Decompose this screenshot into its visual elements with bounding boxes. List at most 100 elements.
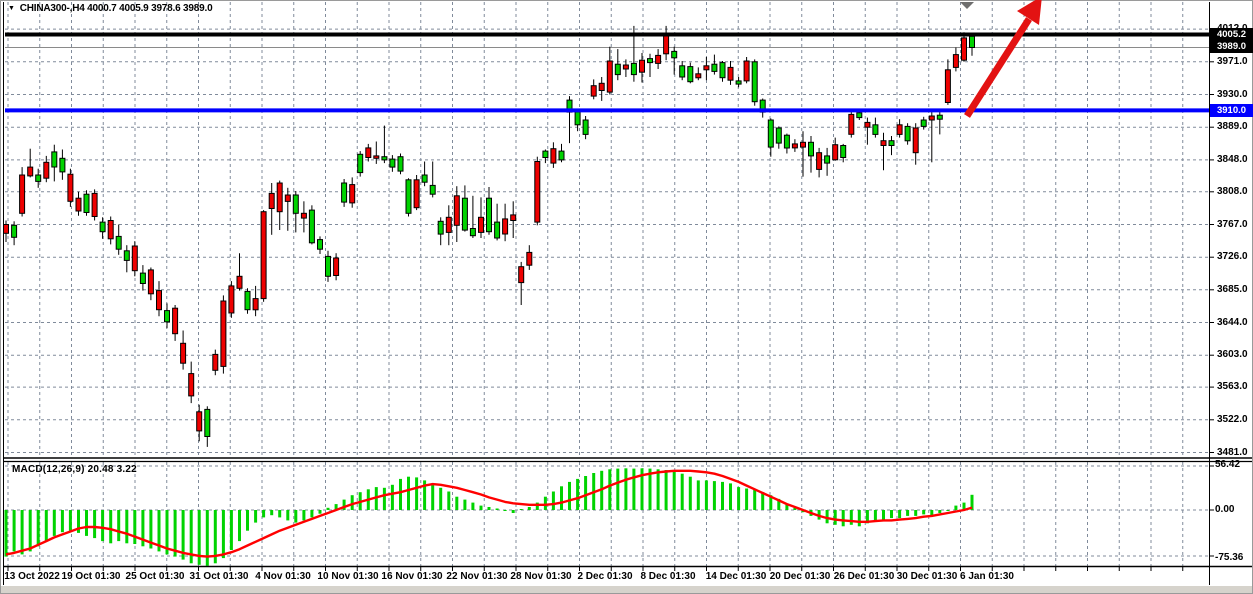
candle <box>406 178 411 216</box>
price-label: 3644.0 <box>1217 317 1248 328</box>
candle <box>253 286 258 316</box>
candle <box>640 53 645 83</box>
candle <box>873 118 878 138</box>
candle <box>237 253 242 290</box>
candle <box>309 205 314 244</box>
chart-shift-marker-icon[interactable] <box>960 2 974 9</box>
candle <box>454 186 459 242</box>
candle <box>189 362 194 404</box>
candle <box>897 119 902 137</box>
candle <box>12 221 17 245</box>
candle <box>527 245 532 270</box>
candle <box>664 26 669 60</box>
candle <box>124 245 129 272</box>
candle <box>696 67 701 80</box>
price-label: 3889.0 <box>1217 121 1248 132</box>
macd-scale-label: 56.42 <box>1215 459 1240 470</box>
candle <box>342 179 347 207</box>
candle <box>937 112 942 134</box>
candles-layer <box>4 26 975 447</box>
price-label: 3563.0 <box>1217 381 1248 392</box>
date-label: 6 Jan 01:30 <box>945 571 1029 582</box>
candle <box>543 150 548 164</box>
candle <box>768 118 773 156</box>
candle <box>535 157 540 226</box>
candle <box>148 268 153 301</box>
candle <box>277 181 282 230</box>
candle <box>962 32 967 62</box>
candle <box>945 59 950 105</box>
chart-window: ▼ CHINA300-,H4 4000.7 4005.9 3978.6 3989.… <box>0 0 1253 594</box>
candle <box>953 48 958 72</box>
candle <box>881 133 886 170</box>
candle <box>712 55 717 75</box>
candle <box>116 225 121 255</box>
candle <box>390 155 395 172</box>
candle <box>140 265 145 291</box>
horizontal-gridlines <box>5 29 1209 556</box>
price-label: 3481.0 <box>1217 447 1248 458</box>
candle <box>438 217 443 245</box>
candle <box>688 63 693 84</box>
symbol-ohlc-text: CHINA300-,H4 4000.7 4005.9 3978.6 3989.0 <box>20 3 213 14</box>
candle <box>503 204 508 242</box>
candle <box>60 150 65 180</box>
price-label: 3522.0 <box>1217 414 1248 425</box>
candle <box>615 49 620 80</box>
pane-borders <box>3 2 1252 585</box>
candle <box>374 142 379 164</box>
price-label: 3930.0 <box>1217 89 1248 100</box>
candle <box>648 54 653 77</box>
window-bottom-edge <box>1 586 1252 593</box>
candle <box>519 262 524 305</box>
candle <box>430 162 435 198</box>
price-label: 3726.0 <box>1217 251 1248 262</box>
candle <box>20 167 25 216</box>
candle <box>704 57 709 80</box>
trend-arrow[interactable] <box>967 0 1042 116</box>
candle <box>462 185 467 231</box>
candle <box>221 295 226 373</box>
macd-indicator-label: MACD(12,26,9) 20.48 3.22 <box>12 464 137 475</box>
candle <box>487 187 492 235</box>
candle <box>744 57 749 83</box>
candle <box>68 169 73 207</box>
candle <box>181 331 186 370</box>
candle <box>92 189 97 220</box>
price-badge-3910.0: 3910.0 <box>1210 104 1253 117</box>
chart-canvas[interactable] <box>0 0 1253 594</box>
candle <box>132 241 137 276</box>
candle <box>817 148 822 178</box>
candle <box>905 123 910 145</box>
candle <box>752 59 757 105</box>
candle <box>382 126 387 164</box>
candle <box>108 217 113 245</box>
candle <box>479 197 484 238</box>
candle <box>728 61 733 85</box>
candle <box>825 148 830 176</box>
candle <box>599 77 604 101</box>
price-badge-4005.2: 4005.2 <box>1210 28 1253 41</box>
price-label: 3767.0 <box>1217 219 1248 230</box>
chevron-down-icon[interactable]: ▼ <box>8 5 15 12</box>
candle <box>358 151 363 177</box>
candle <box>929 110 934 162</box>
candle <box>672 47 677 75</box>
candle <box>446 205 451 245</box>
price-label: 3808.0 <box>1217 186 1248 197</box>
candle <box>970 34 975 56</box>
candle <box>422 162 427 187</box>
macd-scale-label: -75.36 <box>1215 552 1243 563</box>
candle <box>583 116 588 139</box>
candle <box>414 175 419 210</box>
candle <box>76 192 81 216</box>
candle <box>229 281 234 318</box>
candle <box>913 123 918 165</box>
candle <box>52 145 57 182</box>
candle <box>205 406 210 447</box>
candle <box>350 177 355 207</box>
candle <box>261 210 266 302</box>
candle <box>318 236 323 254</box>
candle <box>889 136 894 155</box>
candle <box>301 201 306 232</box>
